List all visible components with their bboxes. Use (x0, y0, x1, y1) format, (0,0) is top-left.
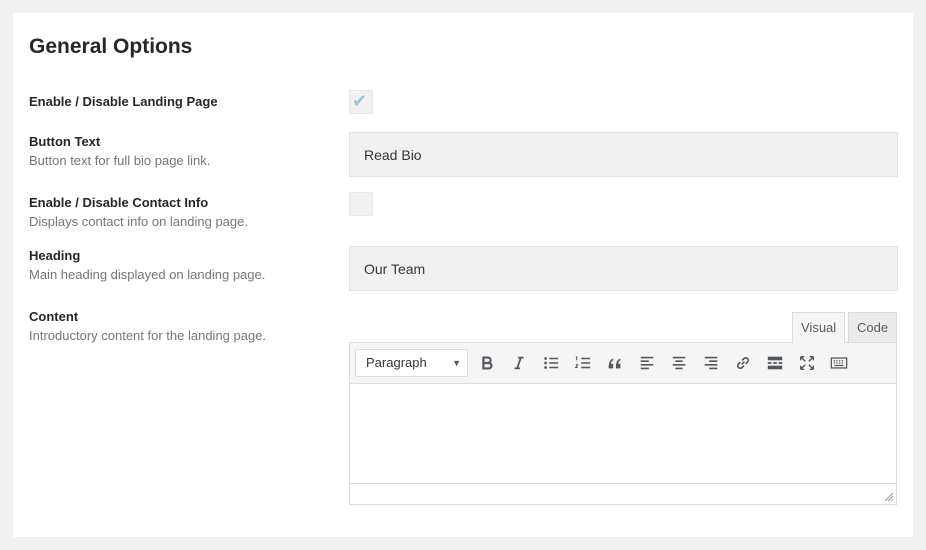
bold-button[interactable] (474, 350, 500, 376)
contact-info-description: Displays contact info on landing page. (29, 214, 248, 229)
numbered-list-icon (574, 356, 591, 369)
align-right-button[interactable] (698, 350, 724, 376)
align-center-button[interactable] (666, 350, 692, 376)
tab-code[interactable]: Code (848, 312, 898, 342)
editor-content-area[interactable] (350, 384, 896, 484)
content-label: Content (29, 309, 79, 324)
button-text-input[interactable] (349, 132, 898, 177)
link-button[interactable] (730, 350, 756, 376)
heading-description: Main heading displayed on landing page. (29, 267, 266, 282)
blockquote-button[interactable] (602, 350, 628, 376)
italic-button[interactable] (506, 350, 532, 376)
heading-input[interactable] (349, 246, 898, 291)
contact-info-label: Enable / Disable Contact Info (29, 195, 209, 210)
italic-icon (514, 356, 524, 370)
landing-page-checkbox[interactable]: ✔ (349, 90, 373, 114)
general-options-panel: General Options Enable / Disable Landing… (13, 13, 913, 537)
fullscreen-icon (799, 355, 815, 371)
link-icon (736, 356, 750, 370)
heading-label: Heading (29, 248, 81, 263)
numbered-list-button[interactable] (570, 350, 596, 376)
button-text-label: Button Text (29, 134, 101, 149)
button-text-description: Button text for full bio page link. (29, 153, 211, 168)
resize-handle-icon[interactable] (884, 492, 894, 502)
blockquote-icon (608, 358, 621, 369)
align-right-icon (704, 356, 718, 370)
editor-toolbar: Paragraph ▼ (350, 343, 896, 384)
fullscreen-button[interactable] (794, 350, 820, 376)
format-select[interactable]: Paragraph ▼ (355, 349, 468, 377)
tab-visual[interactable]: Visual (792, 312, 846, 343)
content-description: Introductory content for the landing pag… (29, 328, 267, 343)
chevron-down-icon: ▼ (452, 358, 461, 368)
bullet-list-button[interactable] (538, 350, 564, 376)
bold-icon (482, 356, 493, 370)
checkmark-icon: ✔ (352, 91, 368, 112)
landing-page-label: Enable / Disable Landing Page (29, 94, 218, 109)
keyboard-icon (830, 357, 848, 369)
align-left-button[interactable] (634, 350, 660, 376)
align-left-icon (640, 356, 654, 370)
editor-statusbar (350, 483, 896, 504)
toolbar-toggle-button[interactable] (826, 350, 852, 376)
content-editor: Paragraph ▼ (349, 342, 897, 505)
bullet-list-icon (544, 357, 559, 369)
align-center-icon (672, 356, 686, 370)
read-more-button[interactable] (762, 350, 788, 376)
contact-info-checkbox[interactable] (349, 192, 373, 216)
format-select-value: Paragraph (366, 355, 427, 370)
page-title: General Options (29, 35, 193, 58)
read-more-icon (767, 356, 783, 370)
